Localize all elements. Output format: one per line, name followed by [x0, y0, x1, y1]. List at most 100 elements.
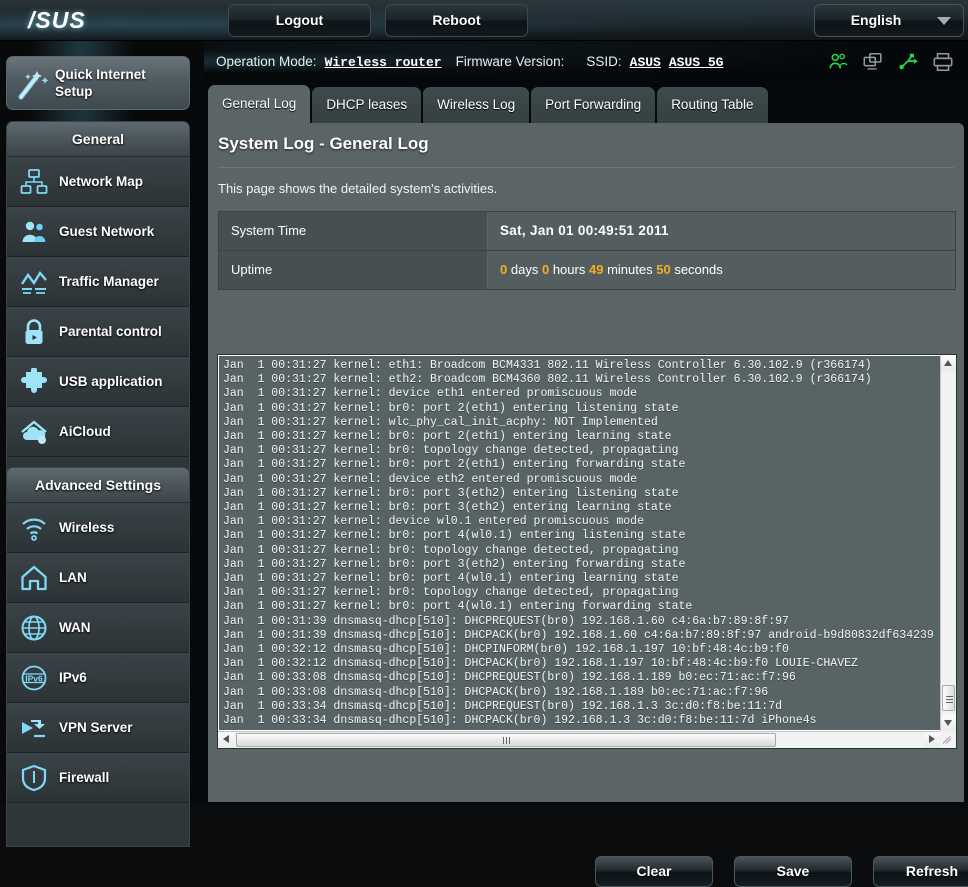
- sidebar-item-label: VPN Server: [59, 720, 133, 735]
- uptime-minutes: 49: [588, 262, 604, 277]
- ipv6-globe-icon: IPv6: [21, 665, 47, 691]
- table-row: Uptime 0 days 0 hours 49 minutes 50 seco…: [219, 251, 955, 289]
- home-icon: [21, 565, 47, 591]
- sidebar-item-traffic-manager[interactable]: Traffic Manager: [7, 257, 189, 307]
- operation-mode-label: Operation Mode:: [216, 54, 317, 69]
- triangle-down-icon: [944, 720, 952, 726]
- log-content: Jan 1 00:31:27 kernel: eth1: Broadcom BC…: [223, 359, 934, 728]
- scroll-down-button[interactable]: [941, 715, 956, 731]
- system-time-label: System Time: [219, 212, 487, 250]
- sidebar-item-aicloud[interactable]: AiCloud: [7, 407, 189, 457]
- sidebar-item-label: Firewall: [59, 770, 110, 785]
- grip-line: [509, 737, 510, 744]
- uptime-days-unit: days: [510, 262, 539, 277]
- log-horizontal-scrollbar[interactable]: [218, 731, 940, 748]
- grip-line: [946, 696, 953, 697]
- network-map-icon: [20, 169, 48, 194]
- reboot-button[interactable]: Reboot: [385, 4, 528, 37]
- cloud-icon: [21, 420, 47, 444]
- sidebar-item-label: Wireless: [59, 520, 115, 535]
- uptime-minutes-unit: minutes: [607, 262, 653, 277]
- grip-line: [506, 737, 507, 744]
- asus-logo: /SUS: [28, 7, 86, 33]
- operation-mode-value[interactable]: Wireless router: [325, 55, 442, 70]
- sidebar-item-network-map[interactable]: Network Map: [7, 157, 189, 207]
- sidebar-group-advanced-header: Advanced Settings: [7, 468, 189, 503]
- magic-wand-icon: [18, 71, 49, 100]
- uptime-seconds: 50: [656, 262, 671, 277]
- quick-internet-setup-button[interactable]: Quick Internet Setup: [6, 56, 190, 110]
- sidebar-item-label: USB application: [59, 374, 163, 389]
- clear-button[interactable]: Clear: [595, 856, 713, 887]
- horizontal-scroll-thumb[interactable]: [236, 733, 776, 747]
- resize-grip[interactable]: [940, 731, 956, 748]
- page-title: System Log - General Log: [218, 134, 429, 153]
- sidebar-item-wan[interactable]: WAN: [7, 603, 189, 653]
- log-text-area[interactable]: Jan 1 00:31:27 kernel: eth1: Broadcom BC…: [219, 356, 941, 730]
- sidebar-item-vpn-server[interactable]: VPN Server: [7, 703, 189, 753]
- tab-routing-table[interactable]: Routing Table: [657, 87, 768, 123]
- uptime-hours: 0: [541, 262, 550, 277]
- triangle-up-icon: [944, 360, 952, 366]
- content-panel: System Log - General Log This page shows…: [208, 123, 968, 887]
- sidebar-item-label: Guest Network: [59, 224, 155, 239]
- globe-icon: [21, 615, 47, 641]
- sidebar-item-label: Network Map: [59, 174, 144, 189]
- save-button[interactable]: Save: [734, 856, 852, 887]
- sidebar-group-general: General Network Map Guest Network Traffi…: [6, 121, 190, 492]
- tab-dhcp-leases[interactable]: DHCP leases: [312, 87, 422, 123]
- tab-general-log[interactable]: General Log: [208, 85, 311, 123]
- sidebar-item-parental-control[interactable]: Parental control: [7, 307, 189, 357]
- sidebar-item-label: Traffic Manager: [59, 274, 159, 289]
- scroll-right-button[interactable]: [924, 732, 940, 748]
- sidebar-item-usb-application[interactable]: USB application: [7, 357, 189, 407]
- sidebar-item-label: LAN: [59, 570, 87, 585]
- tab-port-forwarding[interactable]: Port Forwarding: [531, 87, 656, 123]
- sidebar: Quick Internet Setup General Network Map…: [0, 41, 204, 847]
- refresh-button[interactable]: Refresh: [873, 856, 968, 887]
- network-clone-icon[interactable]: [862, 51, 884, 73]
- uptime-days: 0: [500, 262, 508, 277]
- tab-wireless-log[interactable]: Wireless Log: [423, 87, 530, 123]
- sidebar-item-guest-network[interactable]: Guest Network: [7, 207, 189, 257]
- uptime-seconds-unit: seconds: [674, 262, 723, 277]
- chevron-down-icon: [937, 17, 951, 25]
- tab-bar: General Log DHCP leases Wireless Log Por…: [208, 85, 768, 123]
- printer-icon[interactable]: [932, 51, 954, 73]
- quick-internet-setup-label: Quick Internet Setup: [55, 67, 146, 99]
- triangle-left-icon: [223, 735, 229, 743]
- sidebar-item-ipv6[interactable]: IPv6 IPv6: [7, 653, 189, 703]
- sidebar-item-label: Parental control: [59, 324, 162, 339]
- uptime-label: Uptime: [219, 251, 487, 289]
- ssid-value-24g[interactable]: ASUS: [630, 55, 661, 70]
- logout-button[interactable]: Logout: [228, 4, 371, 37]
- scroll-left-button[interactable]: [218, 732, 234, 748]
- wifi-icon: [22, 518, 46, 541]
- guest-network-icon: [22, 221, 46, 242]
- scroll-up-button[interactable]: [941, 355, 956, 371]
- triangle-right-icon: [929, 735, 935, 743]
- sidebar-item-wireless[interactable]: Wireless: [7, 503, 189, 553]
- grip-line: [946, 702, 953, 703]
- top-bar: /SUS Logout Reboot English: [0, 0, 968, 41]
- system-info-table: System Time Sat, Jan 01 00:49:51 2011 Up…: [218, 211, 956, 290]
- sidebar-item-firewall[interactable]: Firewall: [7, 753, 189, 803]
- page-description: This page shows the detailed system's ac…: [218, 181, 498, 196]
- sidebar-group-general-header: General: [7, 122, 189, 157]
- vertical-scroll-thumb[interactable]: [942, 685, 955, 711]
- status-icon-tray: [827, 50, 954, 74]
- sidebar-item-label: IPv6: [59, 670, 87, 685]
- traffic-manager-icon: [21, 270, 47, 294]
- grip-line: [946, 699, 953, 700]
- sidebar-group-advanced: Advanced Settings Wireless LAN WAN IPv6 …: [6, 467, 190, 847]
- svg-text:IPv6: IPv6: [25, 674, 43, 684]
- guest-network-icon[interactable]: [827, 51, 849, 73]
- log-vertical-scrollbar[interactable]: [940, 355, 956, 731]
- usb-icon[interactable]: [897, 51, 919, 73]
- ssid-value-5g[interactable]: ASUS_5G: [669, 55, 724, 70]
- sidebar-item-lan[interactable]: LAN: [7, 553, 189, 603]
- language-selector[interactable]: English: [814, 4, 964, 37]
- uptime-value: 0 days 0 hours 49 minutes 50 seconds: [488, 251, 955, 289]
- title-divider: [218, 167, 954, 168]
- vpn-icon: [22, 720, 45, 738]
